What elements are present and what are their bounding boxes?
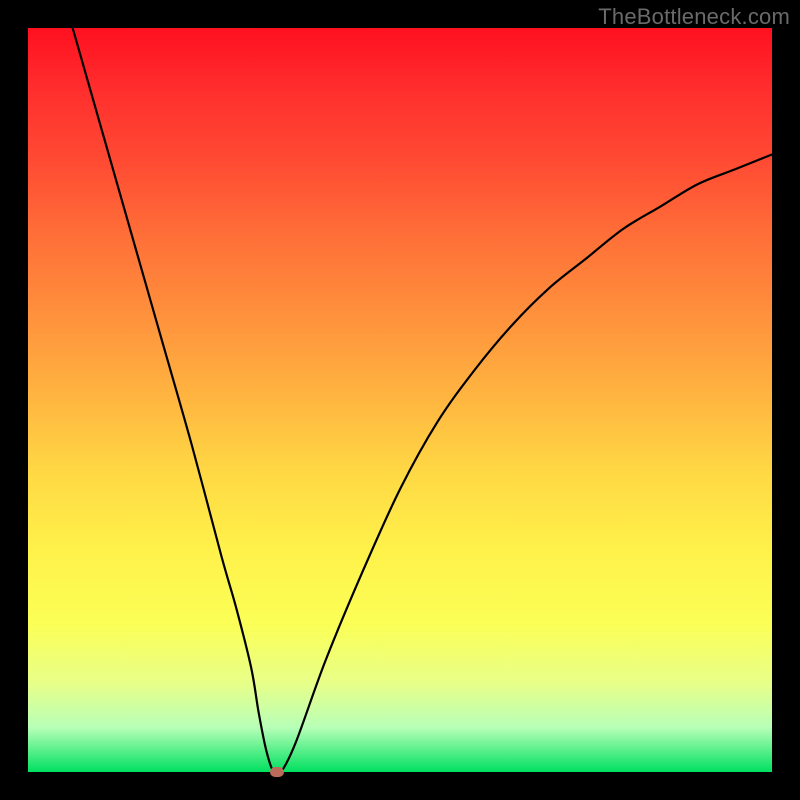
plot-area [28,28,772,772]
bottleneck-curve [28,28,772,772]
optimal-point-marker [270,767,284,777]
watermark-text: TheBottleneck.com [598,4,790,30]
chart-frame: TheBottleneck.com [0,0,800,800]
